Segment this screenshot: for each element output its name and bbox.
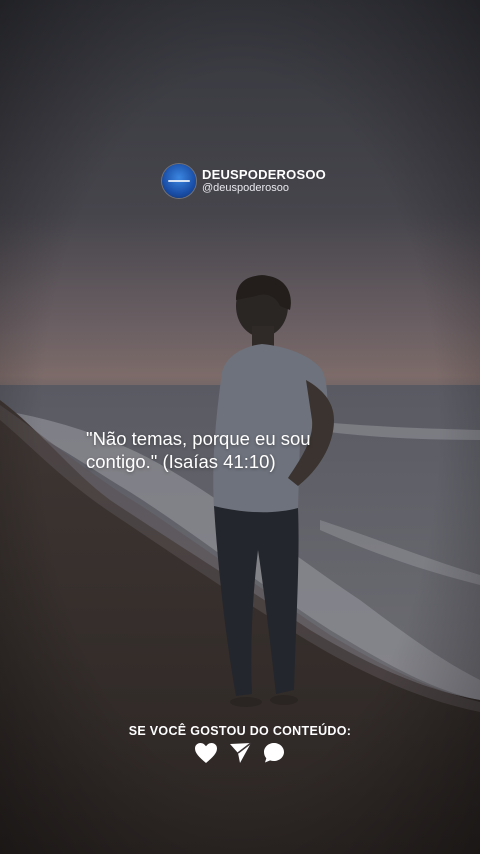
avatar-logo-icon xyxy=(168,180,190,182)
heart-icon[interactable] xyxy=(194,741,218,765)
comment-icon[interactable] xyxy=(262,741,286,765)
cta-icons xyxy=(194,741,286,765)
profile-avatar[interactable] xyxy=(162,164,196,198)
profile-header[interactable]: DEUSPODEROSOO @deuspoderosoo xyxy=(162,164,326,198)
profile-handle: @deuspoderosoo xyxy=(202,182,290,195)
post-frame: DEUSPODEROSOO @deuspoderosoo "Não temas,… xyxy=(0,0,480,854)
send-icon[interactable] xyxy=(228,741,252,765)
profile-text: DEUSPODEROSOO @deuspoderosoo xyxy=(202,166,326,195)
cta-label: SE VOCÊ GOSTOU DO CONTEÚDO: xyxy=(128,724,352,738)
bible-quote: "Não temas, porque eu sou contigo." (Isa… xyxy=(86,428,311,472)
profile-name: DEUSPODEROSOO xyxy=(202,166,326,182)
